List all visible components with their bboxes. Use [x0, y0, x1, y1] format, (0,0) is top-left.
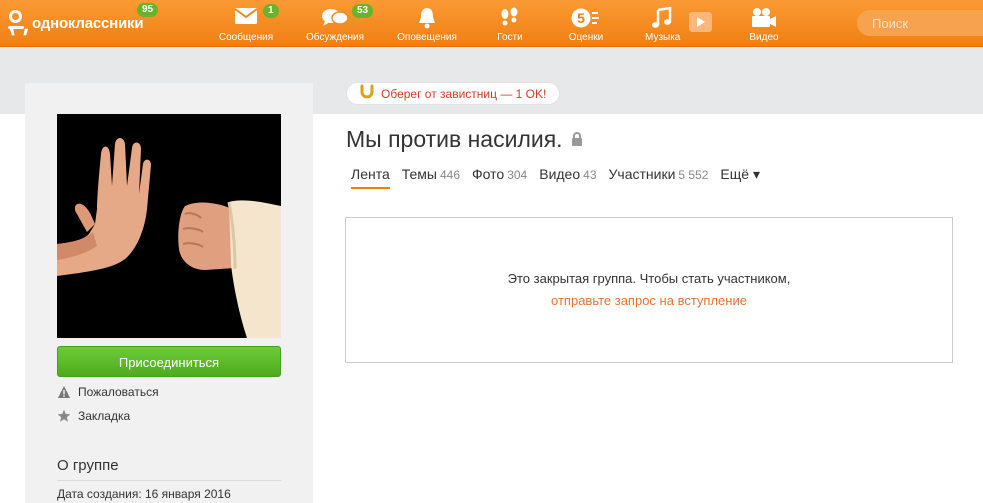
tab-members-count: 5 552	[678, 168, 709, 182]
warning-icon	[57, 385, 71, 399]
footprints-icon	[499, 7, 521, 32]
nav-discussions-label: Обсуждения	[305, 32, 365, 43]
tab-more[interactable]: Ещё ▾	[720, 166, 760, 189]
nav-ratings-label: Оценки	[568, 32, 604, 43]
search-input[interactable]	[857, 10, 983, 36]
tab-topics[interactable]: Темы 446	[402, 166, 460, 189]
rating-five-icon: 5	[571, 7, 601, 32]
tab-more-label: Ещё ▾	[720, 166, 760, 182]
video-camera-icon	[750, 7, 778, 32]
tab-topics-count: 446	[440, 168, 461, 182]
tab-videos-count: 43	[583, 168, 597, 182]
bookmark-label: Закладка	[78, 409, 131, 423]
left-sidebar: Присоединиться Пожаловаться Закладка О г…	[25, 83, 313, 503]
tab-feed-label: Лента	[351, 166, 390, 182]
messages-badge: 1	[263, 4, 279, 18]
tab-topics-label: Темы	[401, 166, 437, 182]
top-navbar: одноклассники 95 1 Сообщения 53 Обсужден…	[0, 0, 983, 47]
nav-guests[interactable]: Гости	[485, 0, 535, 47]
nav-video[interactable]: Видео	[738, 0, 790, 47]
promo-banner[interactable]: Оберег от завистниц — 1 OK!	[346, 82, 561, 105]
chat-bubbles-icon	[321, 7, 349, 30]
nav-notifications[interactable]: Оповещения	[392, 0, 462, 47]
bookmark-link[interactable]: Закладка	[57, 409, 130, 423]
nav-guests-label: Гости	[497, 32, 523, 43]
nav-messages-label: Сообщения	[218, 32, 274, 43]
report-label: Пожаловаться	[78, 385, 159, 399]
group-title-text: Мы против насилия.	[346, 126, 563, 152]
tab-photos[interactable]: Фото 304	[472, 166, 527, 189]
music-play-button[interactable]	[689, 12, 712, 32]
closed-group-notice: Это закрытая группа. Чтобы стать участни…	[345, 217, 953, 363]
bell-icon	[417, 7, 437, 32]
discussions-badge: 53	[352, 4, 374, 18]
join-group-button[interactable]: Присоединиться	[57, 346, 281, 377]
group-avatar-image	[57, 114, 281, 338]
promo-text: Оберег от завистниц — 1 OK!	[381, 86, 547, 101]
lock-icon	[571, 126, 583, 153]
logo-text: одноклассники	[32, 14, 144, 32]
nav-discussions[interactable]: 53 Обсуждения	[300, 0, 374, 47]
svg-text:5: 5	[577, 10, 585, 26]
group-title: Мы против насилия.	[346, 126, 583, 153]
envelope-icon	[234, 7, 258, 28]
logo[interactable]: одноклассники	[6, 8, 144, 38]
tab-members-label: Участники	[608, 166, 676, 182]
closed-group-text: Это закрытая группа. Чтобы стать участни…	[507, 271, 791, 286]
nav-music[interactable]: Музыка	[638, 0, 690, 47]
tab-videos-label: Видео	[539, 166, 581, 182]
nav-video-label: Видео	[749, 32, 779, 43]
play-icon	[697, 17, 705, 27]
tab-photos-count: 304	[507, 168, 528, 182]
nav-notifications-label: Оповещения	[397, 32, 457, 43]
report-link[interactable]: Пожаловаться	[57, 385, 159, 399]
send-join-request-link[interactable]: отправьте запрос на вступление	[346, 293, 952, 308]
group-avatar[interactable]	[57, 114, 281, 338]
tab-photos-label: Фото	[472, 166, 505, 182]
horseshoe-icon	[359, 84, 375, 103]
star-icon	[57, 409, 71, 423]
nav-music-label: Музыка	[645, 32, 681, 43]
tab-feed[interactable]: Лента	[351, 166, 390, 189]
nav-ratings[interactable]: 5 Оценки	[560, 0, 612, 47]
about-group-heading: О группе	[57, 457, 281, 481]
creation-date: Дата создания: 16 января 2016	[57, 487, 231, 501]
logo-notification-badge: 95	[137, 3, 159, 17]
ok-logo-icon	[6, 8, 26, 38]
group-tabs: Лента Темы 446 Фото 304 Видео 43 Участники 5…	[351, 166, 772, 189]
music-note-icon	[651, 6, 673, 32]
tab-members[interactable]: Участники 5 552	[609, 166, 709, 189]
tab-videos[interactable]: Видео 43	[539, 166, 596, 189]
nav-messages[interactable]: 1 Сообщения	[213, 0, 279, 47]
